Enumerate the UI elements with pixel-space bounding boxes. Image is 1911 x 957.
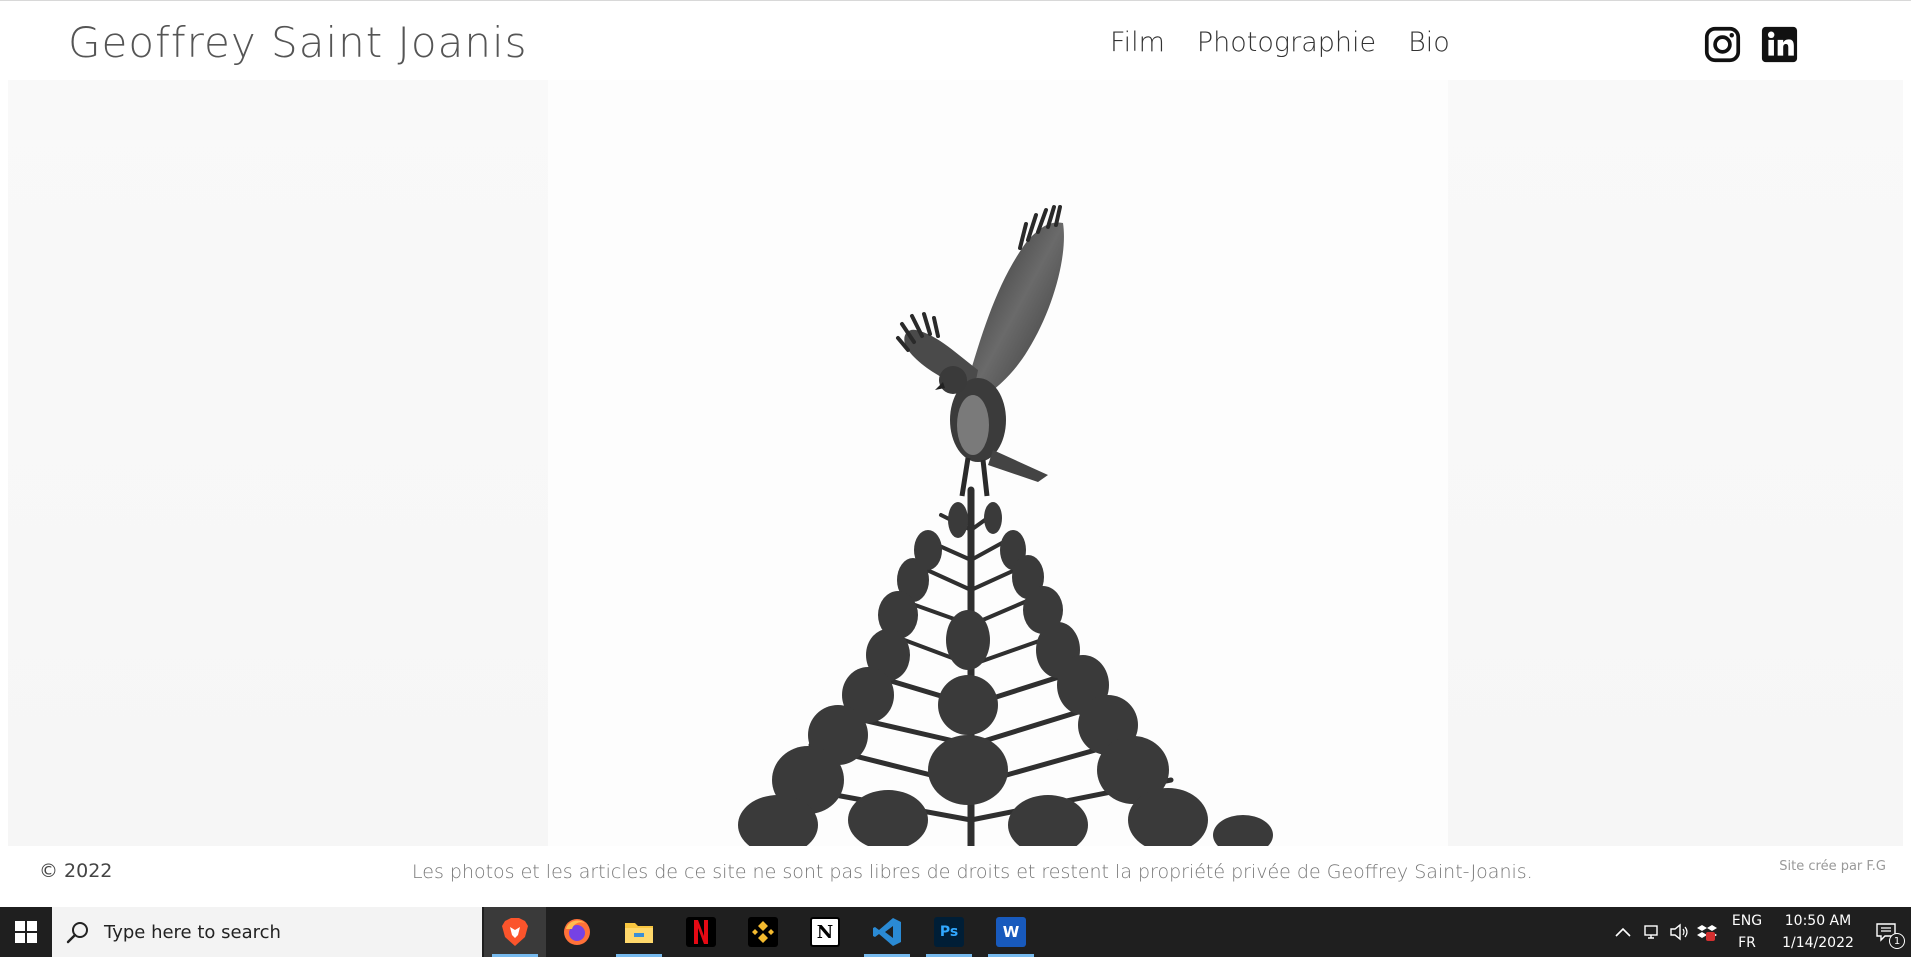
language-secondary: FR bbox=[1738, 935, 1756, 951]
linkedin-link[interactable] bbox=[1761, 26, 1798, 63]
network-icon bbox=[1644, 925, 1658, 939]
show-hidden-icons-button[interactable] bbox=[1609, 907, 1637, 957]
search-placeholder: Type here to search bbox=[104, 921, 281, 943]
clock-date: 1/14/2022 bbox=[1782, 935, 1854, 951]
taskbar-app-file-explorer[interactable] bbox=[608, 907, 670, 957]
taskbar: Type here to search N Ps W ENG FR 10:50 … bbox=[0, 907, 1911, 957]
language-switcher[interactable]: ENG FR bbox=[1721, 910, 1773, 954]
hawk-tree-image bbox=[8, 80, 1903, 846]
site-header: Geoffrey Saint Joanis Film Photographie … bbox=[0, 0, 1911, 90]
netflix-icon bbox=[686, 917, 716, 947]
search-icon bbox=[66, 922, 88, 944]
dropbox-icon bbox=[1697, 925, 1717, 941]
copyright-text: © 2022 bbox=[39, 860, 113, 882]
notification-count-badge: 1 bbox=[1889, 933, 1905, 949]
firefox-icon bbox=[564, 919, 590, 945]
taskbar-app-firefox[interactable] bbox=[546, 907, 608, 957]
chevron-up-icon bbox=[1615, 927, 1631, 937]
speaker-icon bbox=[1670, 923, 1688, 941]
photoshop-icon: Ps bbox=[934, 917, 964, 947]
volume-tray-button[interactable] bbox=[1665, 907, 1693, 957]
clock-time: 10:50 AM bbox=[1784, 913, 1852, 929]
dropbox-tray-button[interactable] bbox=[1693, 907, 1721, 957]
main-nav: Film Photographie Bio bbox=[1110, 27, 1450, 58]
site-title-link[interactable]: Geoffrey Saint Joanis bbox=[68, 18, 528, 67]
taskbar-clock[interactable]: 10:50 AM 1/14/2022 bbox=[1773, 910, 1863, 954]
binance-icon bbox=[748, 917, 778, 947]
rights-notice: Les photos et les articles de ce site ne… bbox=[412, 861, 1533, 883]
start-button[interactable] bbox=[0, 907, 52, 957]
language-primary: ENG bbox=[1731, 913, 1763, 929]
nav-link-photographie[interactable]: Photographie bbox=[1197, 27, 1376, 58]
instagram-icon bbox=[1704, 26, 1741, 63]
site-footer: © 2022 Les photos et les articles de ce … bbox=[0, 846, 1911, 907]
taskbar-app-vscode[interactable] bbox=[856, 907, 918, 957]
linkedin-icon bbox=[1761, 26, 1798, 63]
network-tray-button[interactable] bbox=[1637, 907, 1665, 957]
nav-link-bio[interactable]: Bio bbox=[1408, 27, 1450, 58]
vscode-icon bbox=[873, 918, 901, 946]
site-credit: Site crée par F.G bbox=[1779, 859, 1886, 874]
notion-icon: N bbox=[810, 917, 840, 947]
taskbar-search-box[interactable]: Type here to search bbox=[52, 907, 482, 957]
nav-link-film[interactable]: Film bbox=[1110, 27, 1165, 58]
brave-icon bbox=[502, 918, 528, 946]
social-links bbox=[1704, 26, 1798, 63]
taskbar-app-brave[interactable] bbox=[484, 907, 546, 957]
taskbar-apps: N Ps W bbox=[484, 907, 1042, 957]
taskbar-app-photoshop[interactable]: Ps bbox=[918, 907, 980, 957]
word-icon: W bbox=[996, 917, 1026, 947]
action-center-button[interactable]: 1 bbox=[1863, 907, 1911, 957]
hero-photo bbox=[8, 80, 1903, 846]
instagram-link[interactable] bbox=[1704, 26, 1741, 63]
taskbar-app-notion[interactable]: N bbox=[794, 907, 856, 957]
taskbar-app-netflix[interactable] bbox=[670, 907, 732, 957]
system-tray: ENG FR 10:50 AM 1/14/2022 1 bbox=[1609, 907, 1911, 957]
windows-logo-icon bbox=[15, 921, 37, 943]
page: Geoffrey Saint Joanis Film Photographie … bbox=[0, 0, 1911, 957]
file-explorer-icon bbox=[625, 923, 653, 943]
taskbar-app-binance[interactable] bbox=[732, 907, 794, 957]
taskbar-app-word[interactable]: W bbox=[980, 907, 1042, 957]
